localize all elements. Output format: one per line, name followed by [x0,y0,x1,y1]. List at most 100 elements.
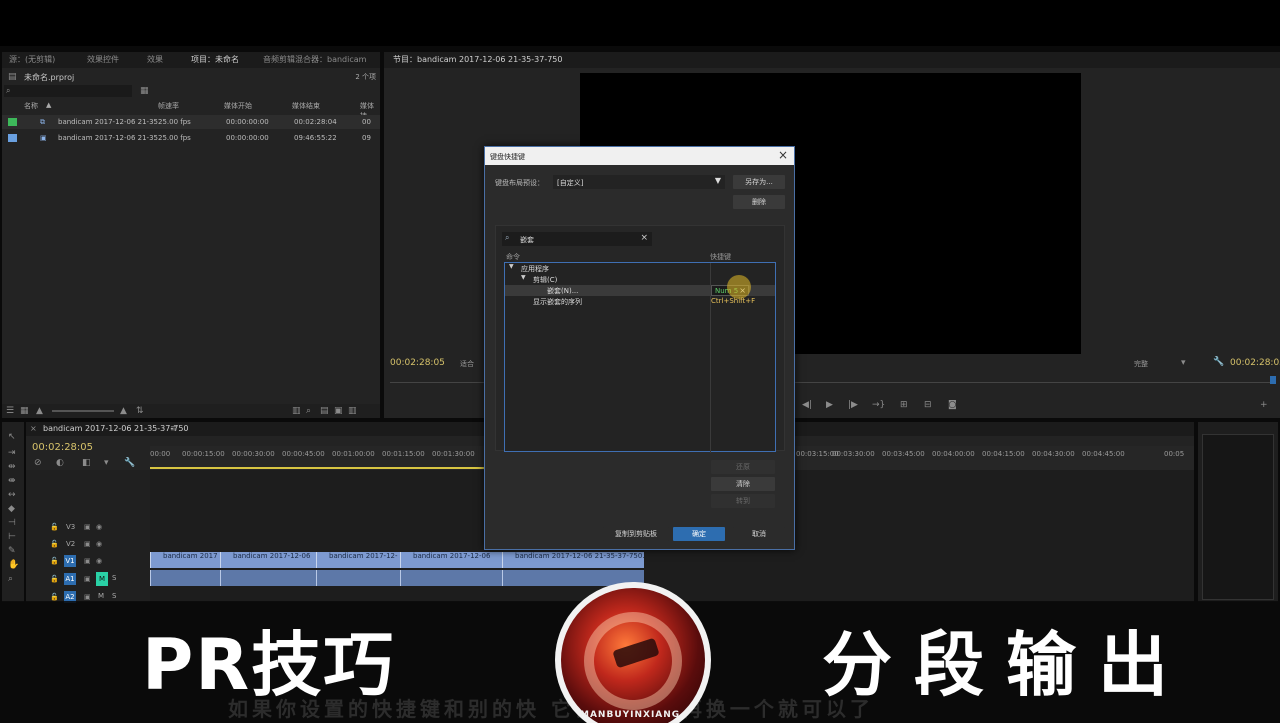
tree-row-selected[interactable]: 嵌套(N)... Num 5 × [505,275,775,299]
step-forward-icon[interactable]: |▶ [848,400,858,410]
program-timecode-left[interactable]: 00:02:28:05 [390,358,445,368]
track-target-a1[interactable]: A1 [64,573,76,585]
col-media-end[interactable]: 媒体结束 [292,101,320,111]
delete-button[interactable]: 删除 [733,195,785,209]
lock-icon[interactable]: 🔓 [50,556,59,566]
col-name[interactable]: 名称 [24,101,38,111]
close-icon[interactable]: × [30,424,37,434]
video-clip[interactable]: bandicam 2017-12-06 21-35-37-750.m [502,552,644,568]
project-search-input[interactable]: ⌕ [4,85,132,97]
expand-icon[interactable]: ▼ [521,274,526,281]
timeline-timecode[interactable]: 00:02:28:05 [32,442,93,453]
col-fps[interactable]: 帧速率 [158,101,179,111]
lock-icon[interactable]: 🔓 [50,522,59,532]
new-item-icon[interactable]: ▣ [334,406,343,416]
lock-icon[interactable]: 🔓 [50,574,59,584]
track-target-v1[interactable]: V1 [64,555,76,567]
rolling-edit-icon[interactable]: ⇼ [8,476,16,486]
timeline-wrench-icon[interactable]: 🔧 [124,458,135,468]
new-bin-icon[interactable]: ▦ [140,86,149,96]
find-icon[interactable]: ⌕ [306,406,311,416]
expand-icon[interactable]: ▼ [509,263,514,270]
ok-button[interactable]: 确定 [673,527,725,541]
sort-icon[interactable]: ⇅ [136,406,144,416]
zoom-out-icon[interactable]: ▲ [36,406,43,416]
command-search-input[interactable]: ⌕ 嵌套 × [502,232,652,246]
automate-icon[interactable]: ▥ [292,406,301,416]
step-back-icon[interactable]: ◀| [802,400,812,410]
fit-dropdown[interactable]: 适合 [460,359,474,369]
col-media-start[interactable]: 媒体开始 [224,101,252,111]
eye-icon[interactable]: ◉ [96,522,102,532]
selection-tool-icon[interactable]: ↖ [8,432,16,442]
playhead-marker[interactable] [1270,376,1276,384]
video-clip[interactable]: bandicam 2017-12-06 [220,552,316,568]
rate-stretch-icon[interactable]: ↔ [8,490,16,500]
go-to-out-icon[interactable]: →} [872,400,885,410]
eye-icon[interactable]: ◉ [96,556,102,566]
video-clip[interactable]: bandicam 2017-12-06 [400,552,502,568]
list-view-icon[interactable]: ☰ [6,406,14,416]
sync-lock-icon[interactable]: ▣ [84,556,91,566]
tab-project[interactable]: 项目：未命名 [186,52,244,68]
tab-effects[interactable]: 效果 [142,52,168,68]
tree-row[interactable]: 显示嵌套的序列 Ctrl+Shift+F [505,296,777,307]
copy-to-clipboard-button[interactable]: 复制到剪贴板 [603,527,669,541]
video-clip[interactable]: bandicam 2017 [150,552,220,568]
tab-program[interactable]: 节目：bandicam 2017-12-06 21-35-37-750 [388,52,568,68]
preset-select[interactable]: [自定义] ▼ [553,175,725,189]
zoom-slider[interactable] [52,410,114,412]
audio-clip[interactable] [316,570,400,586]
lock-icon[interactable]: 🔓 [50,539,59,549]
sync-lock-icon[interactable]: ▣ [84,574,91,584]
marker-icon[interactable]: ▾ [104,458,109,468]
ripple-edit-icon[interactable]: ⇹ [8,462,16,472]
audio-clip[interactable] [150,570,220,586]
chevron-down-icon[interactable]: ▾ [1181,358,1186,368]
zoom-in-icon[interactable]: ▲ [120,406,127,416]
tree-row[interactable]: ▼ 应用程序 [505,263,777,274]
sync-lock-icon[interactable]: ▣ [84,522,91,532]
hand-icon[interactable]: ✋ [8,560,19,570]
mute-button[interactable]: M [98,592,104,600]
slide-icon[interactable]: ⊢ [8,532,16,542]
audio-clip[interactable] [400,570,502,586]
zoom-icon[interactable]: ⌕ [8,574,13,584]
table-row[interactable]: ⧉ bandicam 2017-12-06 21-35 25.00 fps 00… [2,115,380,129]
add-button-icon[interactable]: + [1260,400,1268,410]
undo-button[interactable]: 还原 [711,460,775,474]
table-row[interactable]: ▣ bandicam 2017-12-06 21-35 25.00 fps 00… [2,131,380,145]
solo-button[interactable]: S [112,574,116,582]
add-marker-icon[interactable]: ◧ [82,458,91,468]
menu-icon[interactable]: ≡ [170,424,178,434]
icon-view-icon[interactable]: ▦ [20,406,29,416]
play-icon[interactable]: ▶ [826,400,833,410]
dialog-close-icon[interactable]: × [778,148,788,162]
camera-icon[interactable]: ◙ [948,400,957,410]
tab-audio-mixer[interactable]: 音频剪辑混合器：bandicam [258,52,370,68]
slip-icon[interactable]: ⊣ [8,518,16,528]
snap-icon[interactable]: ⊘ [34,458,42,468]
tab-effect-controls[interactable]: 效果控件 [82,52,124,68]
new-bin-footer-icon[interactable]: ▤ [320,406,329,416]
pen-icon[interactable]: ✎ [8,546,16,556]
clear-button[interactable]: 清除 [711,477,775,491]
cancel-button[interactable]: 取消 [733,527,785,541]
trash-icon[interactable]: ▥ [348,406,357,416]
audio-clip[interactable] [220,570,316,586]
lift-icon[interactable]: ⊞ [900,400,908,410]
wrench-icon[interactable]: 🔧 [1213,357,1224,367]
quality-dropdown[interactable]: 完整 [1134,359,1148,369]
sync-lock-icon[interactable]: ▣ [84,539,91,549]
eye-icon[interactable]: ◉ [96,539,102,549]
extract-icon[interactable]: ⊟ [924,400,932,410]
solo-button[interactable]: S [112,592,116,600]
track-select-icon[interactable]: ⇥ [8,448,16,458]
linked-selection-icon[interactable]: ◐ [56,458,64,468]
save-as-button[interactable]: 另存为... [733,175,785,189]
clear-search-icon[interactable]: × [640,233,648,243]
mute-button[interactable]: M [96,572,108,586]
razor-icon[interactable]: ◆ [8,504,15,514]
goto-button[interactable]: 转到 [711,494,775,508]
video-clip[interactable]: bandicam 2017-12- [316,552,400,568]
